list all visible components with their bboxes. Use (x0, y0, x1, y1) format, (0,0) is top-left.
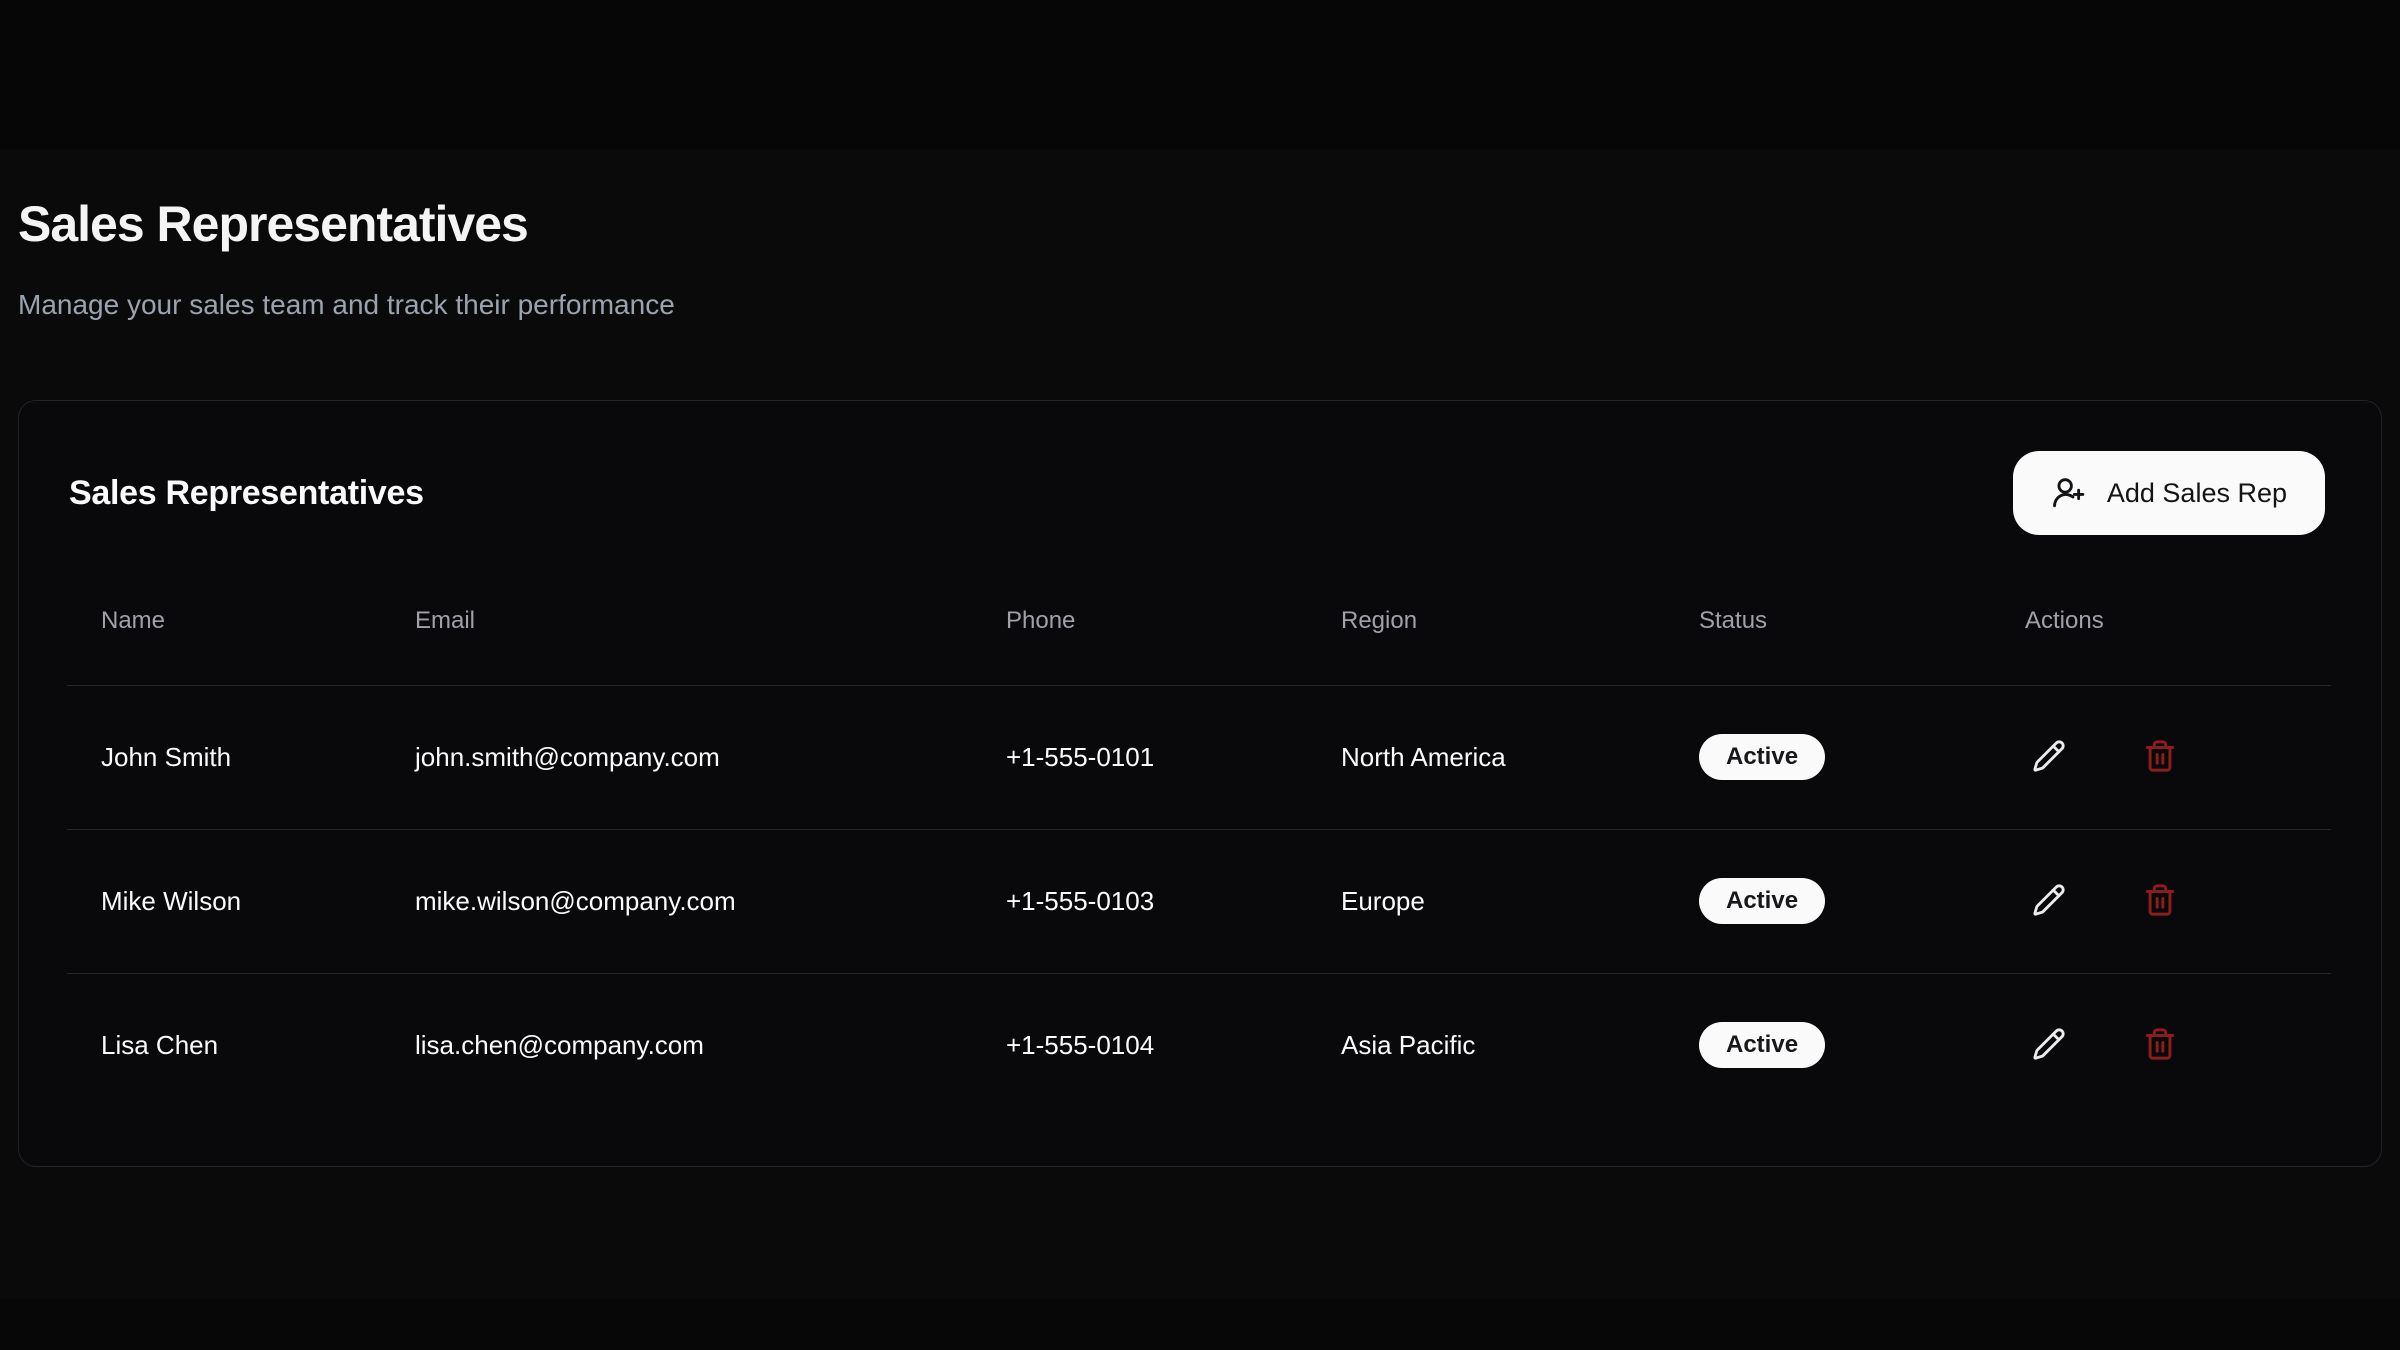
rep-phone: +1-555-0103 (972, 829, 1307, 973)
column-header-status: Status (1665, 557, 1991, 685)
delete-button[interactable] (2136, 733, 2184, 781)
edit-button[interactable] (2025, 877, 2073, 925)
page-subtitle: Manage your sales team and track their p… (18, 288, 2382, 322)
table-row: Lisa Chen lisa.chen@company.com +1-555-0… (67, 973, 2331, 1117)
rep-email: lisa.chen@company.com (381, 973, 972, 1117)
trash-icon (2143, 883, 2177, 920)
column-header-name: Name (67, 557, 381, 685)
trash-icon (2143, 739, 2177, 776)
trash-icon (2143, 1027, 2177, 1064)
sales-reps-table: Name Email Phone Region Status Actions J… (67, 557, 2331, 1117)
add-sales-rep-label: Add Sales Rep (2107, 478, 2287, 509)
rep-name: John Smith (67, 685, 381, 829)
rep-phone: +1-555-0101 (972, 685, 1307, 829)
table-row: John Smith john.smith@company.com +1-555… (67, 685, 2331, 829)
status-badge: Active (1699, 734, 1825, 780)
column-header-phone: Phone (972, 557, 1307, 685)
table-row: Mike Wilson mike.wilson@company.com +1-5… (67, 829, 2331, 973)
sales-reps-card: Sales Representatives Add Sales Rep (18, 400, 2382, 1167)
table-header-row: Name Email Phone Region Status Actions (67, 557, 2331, 685)
add-sales-rep-button[interactable]: Add Sales Rep (2013, 451, 2325, 535)
card-header: Sales Representatives Add Sales Rep (19, 401, 2381, 535)
status-badge: Active (1699, 1022, 1825, 1068)
column-header-email: Email (381, 557, 972, 685)
pencil-icon (2032, 1027, 2066, 1064)
page-title: Sales Representatives (18, 0, 2382, 254)
rep-region: North America (1307, 685, 1665, 829)
rep-name: Mike Wilson (67, 829, 381, 973)
status-badge: Active (1699, 878, 1825, 924)
rep-phone: +1-555-0104 (972, 973, 1307, 1117)
delete-button[interactable] (2136, 877, 2184, 925)
column-header-actions: Actions (1991, 557, 2331, 685)
rep-region: Asia Pacific (1307, 973, 1665, 1117)
rep-email: john.smith@company.com (381, 685, 972, 829)
sales-reps-page: Sales Representatives Manage your sales … (0, 0, 2400, 1167)
pencil-icon (2032, 883, 2066, 920)
edit-button[interactable] (2025, 733, 2073, 781)
column-header-region: Region (1307, 557, 1665, 685)
delete-button[interactable] (2136, 1021, 2184, 1069)
pencil-icon (2032, 739, 2066, 776)
rep-region: Europe (1307, 829, 1665, 973)
card-title: Sales Representatives (69, 474, 424, 513)
user-plus-icon (2051, 476, 2085, 510)
rep-email: mike.wilson@company.com (381, 829, 972, 973)
edit-button[interactable] (2025, 1021, 2073, 1069)
rep-name: Lisa Chen (67, 973, 381, 1117)
